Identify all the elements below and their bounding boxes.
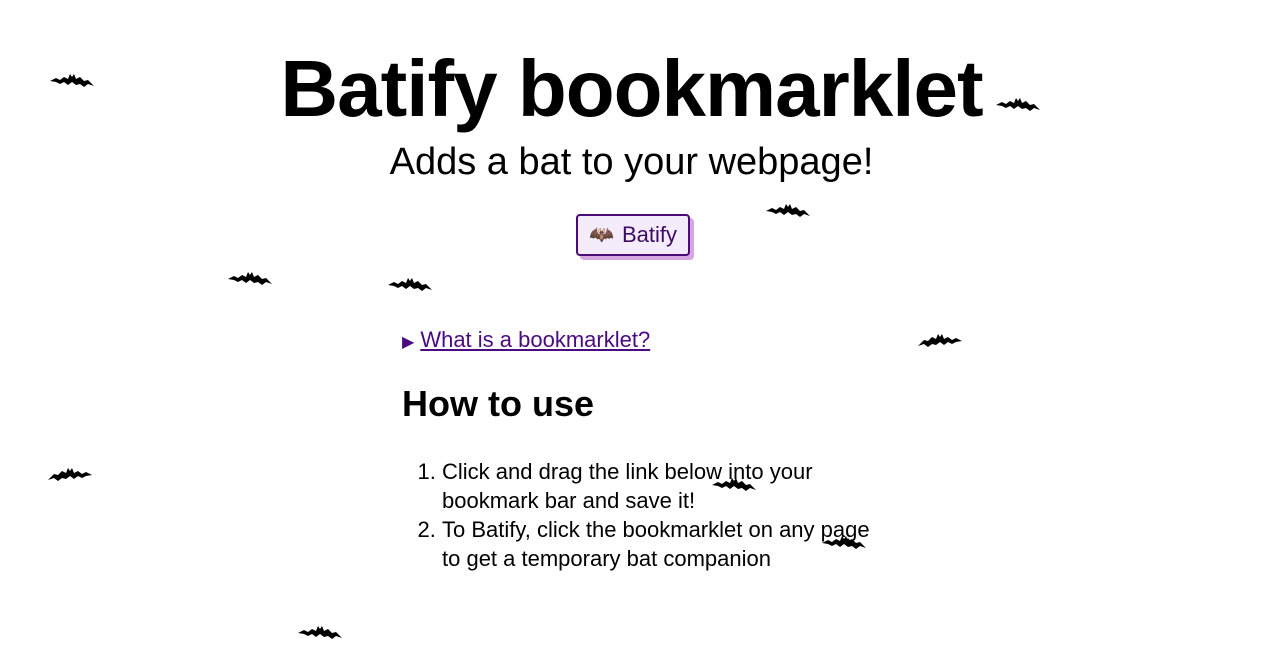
disclosure-triangle-icon: ▶ — [402, 334, 415, 351]
bat-icon — [228, 268, 272, 288]
page-title: Batify bookmarklet — [280, 44, 983, 133]
bat-icon — [766, 200, 810, 220]
bat-icon — [50, 70, 94, 90]
page-subtitle: Adds a bat to your webpage! — [389, 141, 874, 183]
bat-icon — [712, 474, 756, 494]
what-is-bookmarklet-toggle[interactable]: ▶ What is a bookmarklet? — [402, 326, 650, 357]
bat-icon — [996, 94, 1040, 114]
instruction-step: Click and drag the link below into your … — [442, 457, 892, 515]
bat-icon — [918, 330, 962, 350]
batify-bookmarklet-button[interactable]: 🦇 Batify — [576, 214, 690, 256]
instructions-list: Click and drag the link below into your … — [402, 457, 892, 573]
batify-button-label: Batify — [621, 222, 677, 247]
bat-emoji-icon: 🦇 — [589, 224, 614, 246]
bat-icon — [298, 622, 342, 642]
bat-icon — [822, 532, 866, 552]
what-is-bookmarklet-summary: What is a bookmarklet? — [420, 327, 651, 352]
how-to-use-heading: How to use — [402, 383, 595, 424]
bat-icon — [48, 464, 92, 484]
bat-icon — [388, 274, 432, 294]
page: Batify bookmarklet Adds a bat to your we… — [0, 0, 1263, 655]
